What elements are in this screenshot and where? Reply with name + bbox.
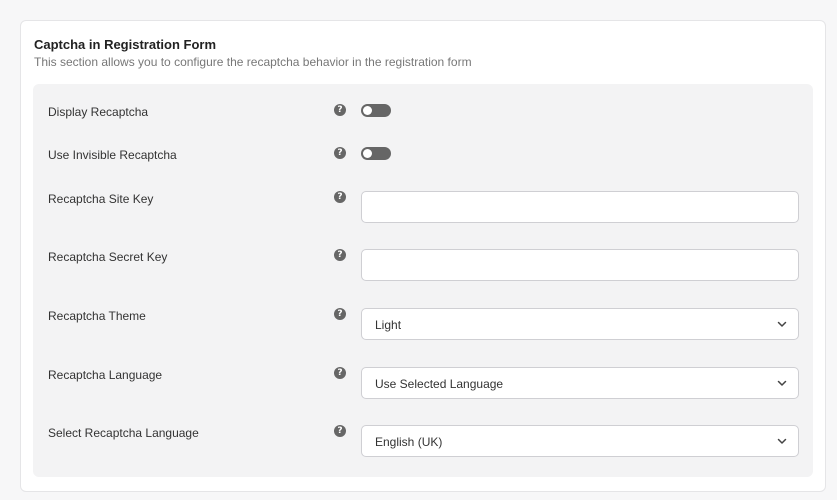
- display-recaptcha-toggle[interactable]: [361, 104, 391, 117]
- select-language-label: Select Recaptcha Language: [48, 426, 199, 440]
- captcha-settings-card: Captcha in Registration Form This sectio…: [20, 20, 826, 492]
- settings-panel: Display Recaptcha ? Use Invisible Recapt…: [33, 84, 813, 477]
- use-invisible-recaptcha-toggle[interactable]: [361, 147, 391, 160]
- chevron-down-icon: [777, 321, 787, 327]
- secret-key-label: Recaptcha Secret Key: [48, 250, 168, 264]
- section-subtitle: This section allows you to configure the…: [34, 55, 472, 69]
- help-icon[interactable]: ?: [334, 367, 346, 379]
- theme-select[interactable]: Light: [361, 308, 799, 340]
- chevron-down-icon: [777, 438, 787, 444]
- language-select[interactable]: Use Selected Language: [361, 367, 799, 399]
- toggle-knob: [363, 149, 372, 158]
- display-recaptcha-label: Display Recaptcha: [48, 105, 149, 119]
- language-select-value: Use Selected Language: [375, 377, 504, 391]
- select-language-select[interactable]: English (UK): [361, 425, 799, 457]
- help-icon[interactable]: ?: [334, 147, 346, 159]
- help-icon[interactable]: ?: [334, 425, 346, 437]
- use-invisible-recaptcha-label: Use Invisible Recaptcha: [48, 148, 177, 162]
- site-key-input[interactable]: [361, 191, 799, 223]
- theme-select-value: Light: [375, 318, 402, 332]
- help-icon[interactable]: ?: [334, 104, 346, 116]
- help-icon[interactable]: ?: [334, 308, 346, 320]
- select-language-select-value: English (UK): [375, 435, 443, 449]
- help-icon[interactable]: ?: [334, 191, 346, 203]
- secret-key-input[interactable]: [361, 249, 799, 281]
- toggle-knob: [363, 106, 372, 115]
- chevron-down-icon: [777, 380, 787, 386]
- language-label: Recaptcha Language: [48, 368, 163, 382]
- help-icon[interactable]: ?: [334, 249, 346, 261]
- section-title: Captcha in Registration Form: [34, 37, 217, 52]
- site-key-label: Recaptcha Site Key: [48, 192, 154, 206]
- theme-label: Recaptcha Theme: [48, 309, 146, 323]
